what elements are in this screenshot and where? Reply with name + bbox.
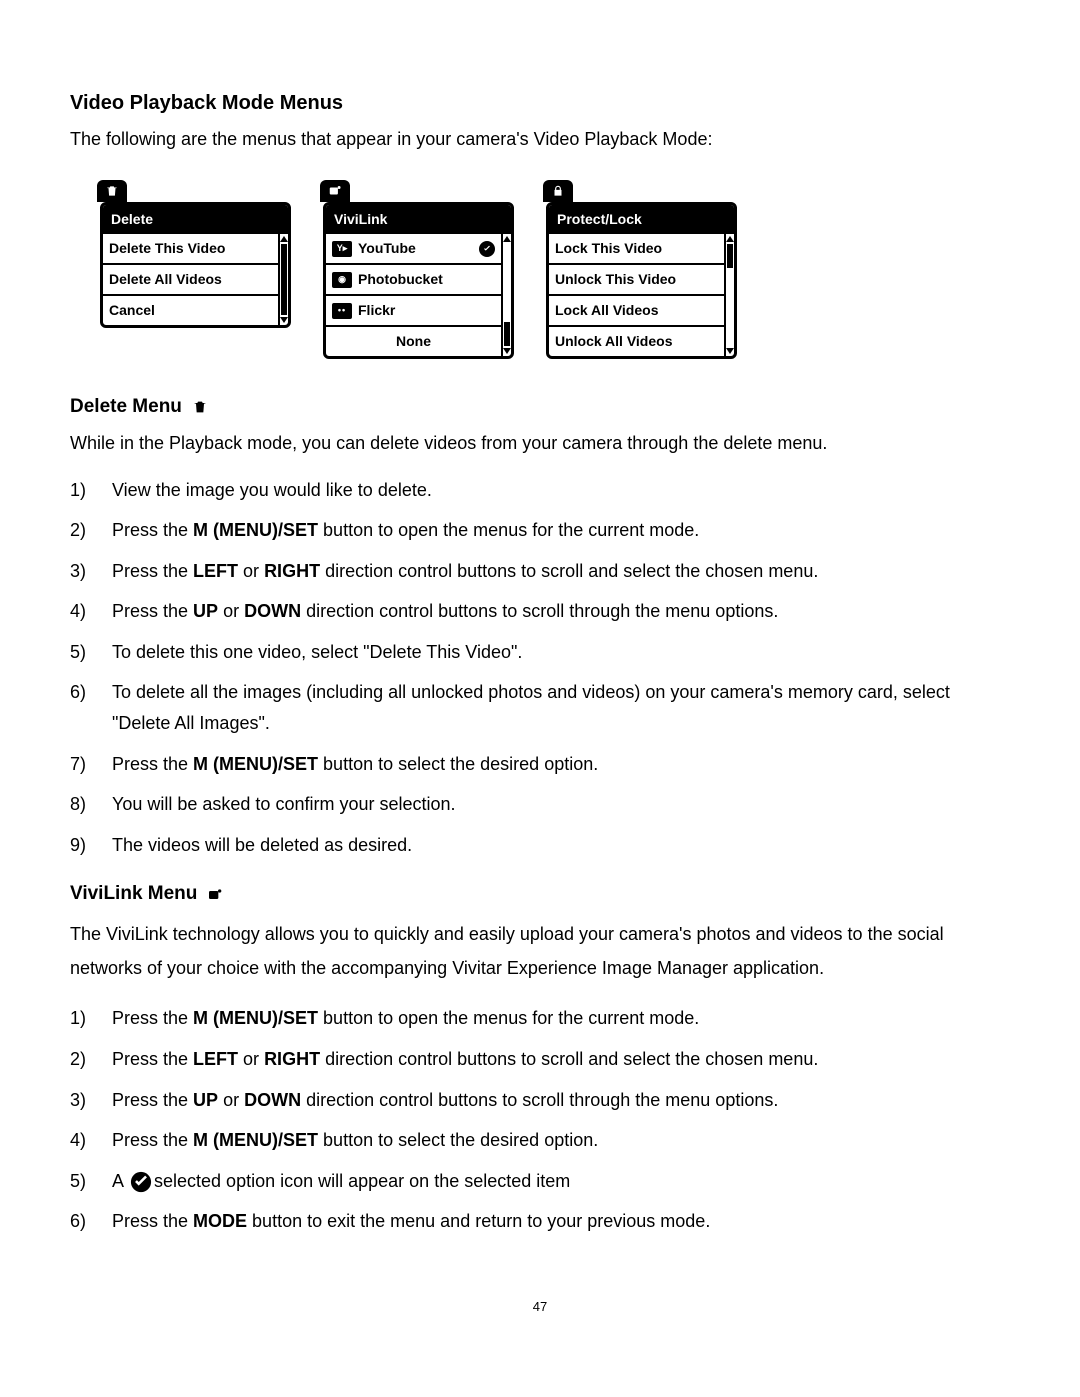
check-icon <box>479 241 495 257</box>
menu-title: ViviLink <box>326 205 511 234</box>
heading-vivilink: ViviLink Menu <box>70 880 1010 909</box>
menu-item: Lock All Videos <box>549 296 724 327</box>
step-number: 3) <box>70 556 112 587</box>
step-body: To delete all the images (including all … <box>112 677 1010 738</box>
scrollbar <box>278 234 288 325</box>
step-item: 2)Press the LEFT or RIGHT direction cont… <box>70 1044 1010 1075</box>
arrow-up-icon <box>726 236 734 242</box>
step-item: 3)Press the UP or DOWN direction control… <box>70 1085 1010 1116</box>
step-number: 5) <box>70 1166 112 1197</box>
step-number: 4) <box>70 1125 112 1156</box>
menu-item: None <box>326 327 501 356</box>
step-item: 6)Press the MODE button to exit the menu… <box>70 1206 1010 1237</box>
menu-item: Unlock This Video <box>549 265 724 296</box>
menu-vivilink: ViviLink Y▸ YouTube ◉ Photobucket <box>323 183 514 359</box>
step-body: Press the M (MENU)/SET button to open th… <box>112 1003 1010 1034</box>
photobucket-icon: ◉ <box>332 272 352 288</box>
check-icon <box>130 1171 152 1193</box>
step-body: You will be asked to confirm your select… <box>112 789 1010 820</box>
step-body: The videos will be deleted as desired. <box>112 830 1010 861</box>
vivilink-steps-list: 1)Press the M (MENU)/SET button to open … <box>70 1003 1010 1237</box>
step-number: 6) <box>70 677 112 708</box>
menu-item: •• Flickr <box>326 296 501 327</box>
step-number: 1) <box>70 1003 112 1034</box>
step-body: Press the M (MENU)/SET button to select … <box>112 1125 1010 1156</box>
menu-item: Delete All Videos <box>103 265 278 296</box>
step-body: Press the M (MENU)/SET button to open th… <box>112 515 1010 546</box>
scrollbar <box>724 234 734 356</box>
step-item: 5)To delete this one video, select "Dele… <box>70 637 1010 668</box>
menu-item: Y▸ YouTube <box>326 234 501 265</box>
step-body: A selected option icon will appear on th… <box>112 1166 1010 1197</box>
menu-screenshots-row: Delete Delete This Video Delete All Vide… <box>100 183 1010 359</box>
menu-title: Protect/Lock <box>549 205 734 234</box>
youtube-icon: Y▸ <box>332 241 352 257</box>
step-number: 8) <box>70 789 112 820</box>
menu-title: Delete <box>103 205 288 234</box>
arrow-down-icon <box>726 348 734 354</box>
step-item: 1)Press the M (MENU)/SET button to open … <box>70 1003 1010 1034</box>
step-item: 9)The videos will be deleted as desired. <box>70 830 1010 861</box>
trash-icon <box>192 399 208 415</box>
step-item: 8)You will be asked to confirm your sele… <box>70 789 1010 820</box>
vivilink-icon <box>320 180 350 202</box>
heading-main: Video Playback Mode Menus <box>70 88 1010 118</box>
step-body: Press the LEFT or RIGHT direction contro… <box>112 556 1010 587</box>
delete-steps-list: 1)View the image you would like to delet… <box>70 475 1010 861</box>
step-body: View the image you would like to delete. <box>112 475 1010 506</box>
step-number: 5) <box>70 637 112 668</box>
step-number: 7) <box>70 749 112 780</box>
menu-item: Lock This Video <box>549 234 724 265</box>
step-item: 4)Press the M (MENU)/SET button to selec… <box>70 1125 1010 1156</box>
flickr-icon: •• <box>332 303 352 319</box>
delete-intro: While in the Playback mode, you can dele… <box>70 430 1010 457</box>
menu-item: ◉ Photobucket <box>326 265 501 296</box>
step-item: 7)Press the M (MENU)/SET button to selec… <box>70 749 1010 780</box>
step-item: 1)View the image you would like to delet… <box>70 475 1010 506</box>
step-body: Press the UP or DOWN direction control b… <box>112 596 1010 627</box>
menu-item: Delete This Video <box>103 234 278 265</box>
step-body: Press the MODE button to exit the menu a… <box>112 1206 1010 1237</box>
step-item: 3)Press the LEFT or RIGHT direction cont… <box>70 556 1010 587</box>
step-number: 9) <box>70 830 112 861</box>
step-item: 6)To delete all the images (including al… <box>70 677 1010 738</box>
step-body: Press the M (MENU)/SET button to select … <box>112 749 1010 780</box>
arrow-down-icon <box>280 317 288 323</box>
arrow-up-icon <box>503 236 511 242</box>
vivilink-intro: The ViviLink technology allows you to qu… <box>70 917 1010 985</box>
step-number: 6) <box>70 1206 112 1237</box>
step-body: Press the LEFT or RIGHT direction contro… <box>112 1044 1010 1075</box>
arrow-down-icon <box>503 348 511 354</box>
step-body: Press the UP or DOWN direction control b… <box>112 1085 1010 1116</box>
lock-icon <box>543 180 573 202</box>
step-number: 2) <box>70 515 112 546</box>
menu-protect: Protect/Lock Lock This Video Unlock This… <box>546 183 737 359</box>
scrollbar <box>501 234 511 356</box>
step-number: 3) <box>70 1085 112 1116</box>
step-number: 4) <box>70 596 112 627</box>
menu-delete: Delete Delete This Video Delete All Vide… <box>100 183 291 359</box>
heading-delete: Delete Menu <box>70 393 1010 422</box>
menu-item: Unlock All Videos <box>549 327 724 356</box>
step-item: 5)A selected option icon will appear on … <box>70 1166 1010 1197</box>
step-body: To delete this one video, select "Delete… <box>112 637 1010 668</box>
vivilink-icon <box>207 887 223 903</box>
trash-icon <box>97 180 127 202</box>
intro-text: The following are the menus that appear … <box>70 126 1010 153</box>
arrow-up-icon <box>280 236 288 242</box>
menu-item: Cancel <box>103 296 278 325</box>
step-number: 1) <box>70 475 112 506</box>
step-number: 2) <box>70 1044 112 1075</box>
page-number: 47 <box>70 1297 1010 1317</box>
step-item: 4)Press the UP or DOWN direction control… <box>70 596 1010 627</box>
step-item: 2)Press the M (MENU)/SET button to open … <box>70 515 1010 546</box>
